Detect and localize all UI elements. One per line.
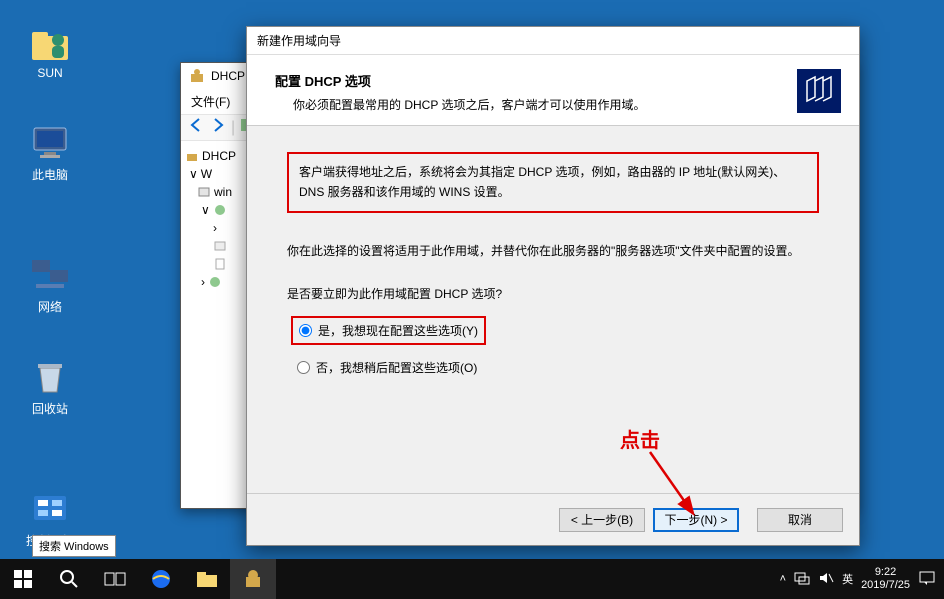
clock-time: 9:22 — [861, 566, 910, 579]
tree-collapse-w[interactable]: ∨W — [189, 165, 248, 183]
tree-panel: DHCP ∨W win ∨ › › — [181, 141, 253, 504]
info-highlight-box: 客户端获得地址之后，系统将会为其指定 DHCP 选项，例如，路由器的 IP 地址… — [287, 152, 819, 213]
control-panel-icon — [30, 488, 70, 528]
taskbar-clock[interactable]: 9:22 2019/7/25 — [861, 566, 910, 592]
folder-user-icon — [30, 22, 70, 62]
start-button[interactable] — [0, 559, 46, 599]
desktop-icon-label: 回收站 — [32, 402, 68, 416]
nav-forward-icon[interactable] — [209, 116, 227, 139]
desktop-icon-this-pc[interactable]: 此电脑 — [16, 122, 84, 183]
trash-icon — [30, 356, 70, 396]
nav-back-icon[interactable] — [187, 116, 205, 139]
desktop-icon-label: 此电脑 — [32, 168, 68, 182]
system-tray: ˄ 英 9:22 2019/7/25 — [780, 566, 944, 592]
desktop-icon-label: SUN — [37, 66, 62, 80]
info-text: 客户端获得地址之后，系统将会为其指定 DHCP 选项，例如，路由器的 IP 地址… — [299, 162, 807, 203]
cancel-button[interactable]: 取消 — [757, 508, 843, 532]
wizard-heading: 配置 DHCP 选项 — [275, 71, 831, 90]
radio-yes-label: 是，我想现在配置这些选项(Y) — [318, 322, 478, 339]
taskbar-ie[interactable] — [138, 559, 184, 599]
desktop-icon-network[interactable]: 网络 — [16, 254, 84, 315]
radio-no[interactable] — [297, 361, 310, 374]
instruction-text: 你在此选择的设置将适用于此作用域，并替代你在此服务器的"服务器选项"文件夹中配置… — [287, 241, 819, 261]
radio-no-label: 否，我想稍后配置这些选项(O) — [316, 359, 477, 376]
clock-date: 2019/7/25 — [861, 579, 910, 592]
desktop-icon-sun[interactable]: SUN — [16, 22, 84, 80]
tray-network-icon[interactable] — [794, 571, 810, 588]
taskbar-explorer[interactable] — [184, 559, 230, 599]
new-scope-wizard: 新建作用域向导 配置 DHCP 选项 你必须配置最常用的 DHCP 选项之后，客… — [246, 26, 860, 546]
wizard-titlebar: 新建作用域向导 — [247, 27, 859, 55]
computer-icon — [30, 122, 70, 162]
dhcp-title-text: DHCP — [211, 69, 245, 83]
tree-server[interactable]: win — [197, 183, 248, 201]
taskbar-dhcp[interactable] — [230, 559, 276, 599]
tray-ime[interactable]: 英 — [842, 571, 853, 587]
task-view-button[interactable] — [92, 559, 138, 599]
tray-notifications-icon[interactable] — [918, 569, 936, 590]
desktop-icon-label: 网络 — [38, 300, 62, 314]
network-icon — [30, 254, 70, 294]
wizard-title: 新建作用域向导 — [257, 32, 341, 49]
desktop-icon-recycle-bin[interactable]: 回收站 — [16, 356, 84, 417]
wizard-header-icon — [797, 69, 841, 113]
radio-yes-row[interactable]: 是，我想现在配置这些选项(Y) — [291, 316, 486, 345]
question-text: 是否要立即为此作用域配置 DHCP 选项? — [287, 285, 819, 302]
search-button[interactable] — [46, 559, 92, 599]
tree-leaf[interactable] — [213, 237, 248, 255]
wizard-footer: < 上一步(B) 下一步(N) > 取消 — [247, 493, 859, 545]
tree-leaf[interactable]: › — [213, 219, 248, 237]
radio-yes[interactable] — [299, 324, 312, 337]
tray-volume-icon[interactable] — [818, 571, 834, 588]
wizard-header: 配置 DHCP 选项 你必须配置最常用的 DHCP 选项之后，客户端才可以使用作… — [247, 55, 859, 126]
menu-file[interactable]: 文件(F) — [191, 95, 230, 109]
tray-chevron-icon[interactable]: ˄ — [780, 573, 786, 585]
tree-child-2[interactable]: › — [201, 273, 248, 291]
dhcp-app-icon — [189, 68, 205, 84]
search-tooltip: 搜索 Windows — [32, 535, 116, 557]
radio-no-row[interactable]: 否，我想稍后配置这些选项(O) — [291, 355, 819, 380]
tree-leaf[interactable] — [213, 255, 248, 273]
tree-root[interactable]: DHCP — [185, 147, 248, 165]
tree-child-1[interactable]: ∨ — [201, 201, 248, 219]
annotation-arrow-icon — [630, 448, 710, 524]
taskbar: ˄ 英 9:22 2019/7/25 — [0, 559, 944, 599]
wizard-content: 客户端获得地址之后，系统将会为其指定 DHCP 选项，例如，路由器的 IP 地址… — [247, 126, 859, 493]
wizard-subheading: 你必须配置最常用的 DHCP 选项之后，客户端才可以使用作用域。 — [293, 96, 831, 113]
